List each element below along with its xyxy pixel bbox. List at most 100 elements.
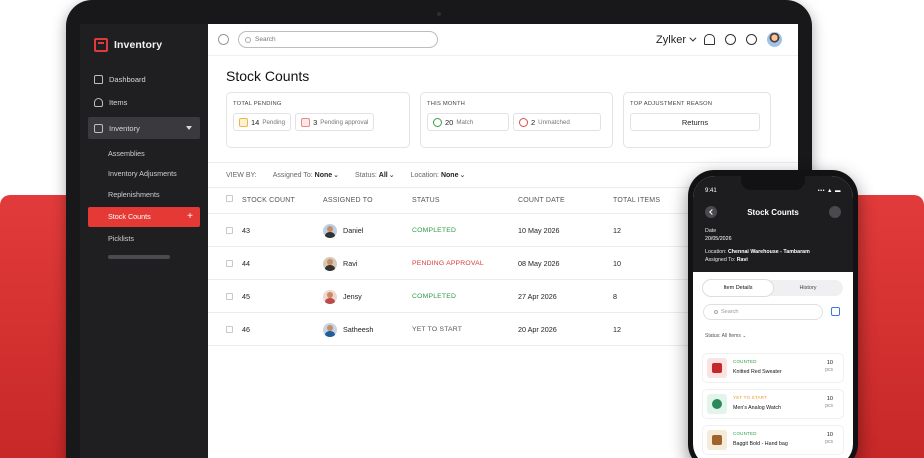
sidebar-item-stock-counts[interactable]: Stock Counts + <box>88 206 200 227</box>
date-value: 20/05/2026 <box>705 236 732 242</box>
list-item[interactable]: YET TO START Men's Analog Watch 10 pcs <box>703 390 843 418</box>
sidebar-item-assemblies[interactable]: Assemblies <box>88 143 200 164</box>
sidebar-item-label: Inventory Adjusments <box>108 169 177 179</box>
filter-assigned-to[interactable]: Assigned To: None <box>273 171 339 179</box>
bell-icon[interactable] <box>704 34 715 45</box>
filter-value: All <box>379 172 395 179</box>
assignee: Ravi <box>323 247 357 280</box>
sidebar-item-picklists[interactable]: Picklists <box>88 229 200 250</box>
avatar <box>323 223 337 238</box>
unmatched-label: Unmatched <box>538 118 570 126</box>
barcode-scan-icon[interactable] <box>831 307 840 316</box>
org-name: Zylker <box>656 33 686 46</box>
help-icon[interactable] <box>746 34 757 45</box>
pending-approval-chip[interactable]: 3 Pending approval <box>295 113 375 131</box>
org-switcher[interactable]: Zylker <box>656 33 697 46</box>
sidebar-item-replenishments[interactable]: Replenishments <box>88 184 200 205</box>
column-stock-count[interactable]: STOCK COUNT <box>242 188 295 214</box>
status-badge: PENDING APPROVAL <box>412 260 484 267</box>
card-this-month: THIS MONTH 20 Match 2 Unmatched <box>420 92 613 148</box>
filter-status[interactable]: Status: All <box>355 171 395 179</box>
tab-history[interactable]: History <box>773 280 843 296</box>
inventory-logo-icon <box>94 38 108 52</box>
column-assigned-to[interactable]: ASSIGNED TO <box>323 188 373 214</box>
pending-chip[interactable]: 14 Pending <box>233 113 292 131</box>
add-icon[interactable]: + <box>187 211 193 222</box>
row-checkbox[interactable] <box>226 214 233 247</box>
top-bar: Zylker <box>208 24 798 56</box>
avatar <box>323 256 337 271</box>
inventory-icon <box>94 123 103 133</box>
stock-count-number[interactable]: 44 <box>242 247 250 280</box>
item-unit: pcs <box>825 439 833 445</box>
filter-label: Status: <box>355 172 377 179</box>
stage: Inventory Dashboard Items Inventory Asse… <box>0 0 924 458</box>
total-items: 12 <box>613 226 621 235</box>
assignee-name: Satheesh <box>343 325 374 334</box>
share-icon[interactable] <box>829 206 841 218</box>
assignee: Daniel <box>323 214 363 247</box>
summary-cards: TOTAL PENDING 14 Pending 3 Pending appro… <box>226 92 771 148</box>
assignee: Satheesh <box>323 313 373 346</box>
total-items: 8 <box>613 292 617 301</box>
history-icon[interactable] <box>218 34 229 45</box>
reason-value[interactable]: Returns <box>630 113 760 131</box>
item-name: Baggit Bold - Hand bag <box>733 441 788 447</box>
row-checkbox[interactable] <box>226 313 233 346</box>
filter-location[interactable]: Location: None <box>411 171 466 179</box>
row-checkbox[interactable] <box>226 280 233 313</box>
card-title: TOTAL PENDING <box>233 101 282 107</box>
card-title: TOP ADJUSTMENT REASON <box>630 101 713 107</box>
tab-item-details[interactable]: Item Details <box>703 280 773 296</box>
status-badge: YET TO START <box>412 326 463 333</box>
assignee: Jensy <box>323 280 362 313</box>
status-badge: COMPLETED <box>412 293 457 300</box>
location-line: Location: Chennai Warehouse - Tambaram <box>705 249 810 255</box>
stock-count-number[interactable]: 46 <box>242 313 250 346</box>
sidebar-item-dashboard[interactable]: Dashboard <box>88 68 200 90</box>
list-item[interactable]: COUNTED Knitted Red Sweater 10 pcs <box>703 354 843 382</box>
pending-count: 14 <box>251 117 260 127</box>
unmatched-count: 2 <box>531 117 536 127</box>
item-status: YET TO START <box>733 395 767 400</box>
total-items: 10 <box>613 259 621 268</box>
item-unit: pcs <box>825 367 833 373</box>
approval-icon <box>301 117 311 127</box>
column-count-date[interactable]: COUNT DATE <box>518 188 565 214</box>
match-count: 20 <box>445 117 454 127</box>
status-filter[interactable]: Status: All Items ⌄ <box>705 333 746 339</box>
match-chip[interactable]: 20 Match <box>427 113 509 131</box>
avatar <box>323 289 337 304</box>
list-item[interactable]: COUNTED Baggit Bold - Hand bag 10 pcs <box>703 426 843 454</box>
column-status[interactable]: STATUS <box>412 188 440 214</box>
sidebar-item-label: Items <box>109 97 128 107</box>
sidebar-item-inventory-adjustments[interactable]: Inventory Adjusments <box>88 164 200 185</box>
page-title: Stock Counts <box>226 68 310 84</box>
placeholder-bar <box>108 255 170 259</box>
filter-value: None <box>441 172 465 179</box>
unmatched-chip[interactable]: 2 Unmatched <box>513 113 601 131</box>
match-label: Match <box>456 118 474 126</box>
approval-count: 3 <box>313 117 318 127</box>
phone-search-input[interactable]: Search <box>703 304 823 320</box>
card-top-adjustment-reason: TOP ADJUSTMENT REASON Returns <box>623 92 771 148</box>
sidebar-group-inventory[interactable]: Inventory <box>88 117 200 139</box>
sidebar-item-items[interactable]: Items <box>88 91 200 113</box>
column-total-items[interactable]: TOTAL ITEMS <box>613 188 660 214</box>
stock-count-number[interactable]: 45 <box>242 280 250 313</box>
select-all-checkbox[interactable] <box>226 188 233 214</box>
signal-battery-icon: ••• ▲ ▬ <box>817 188 841 194</box>
search-box[interactable] <box>238 31 438 48</box>
item-name: Men's Analog Watch <box>733 405 781 411</box>
avatar[interactable] <box>767 32 782 47</box>
stock-count-number[interactable]: 43 <box>242 214 250 247</box>
gear-icon[interactable] <box>725 34 736 45</box>
camera-dot <box>437 12 441 16</box>
phone-frame: 9:41 ••• ▲ ▬ Stock Counts Date 20/05/202… <box>688 170 858 458</box>
bag-icon <box>94 97 103 107</box>
watch-thumbnail <box>707 394 727 414</box>
card-title: THIS MONTH <box>427 101 466 107</box>
search-input[interactable] <box>255 36 425 43</box>
row-checkbox[interactable] <box>226 247 233 280</box>
brand[interactable]: Inventory <box>94 38 162 52</box>
